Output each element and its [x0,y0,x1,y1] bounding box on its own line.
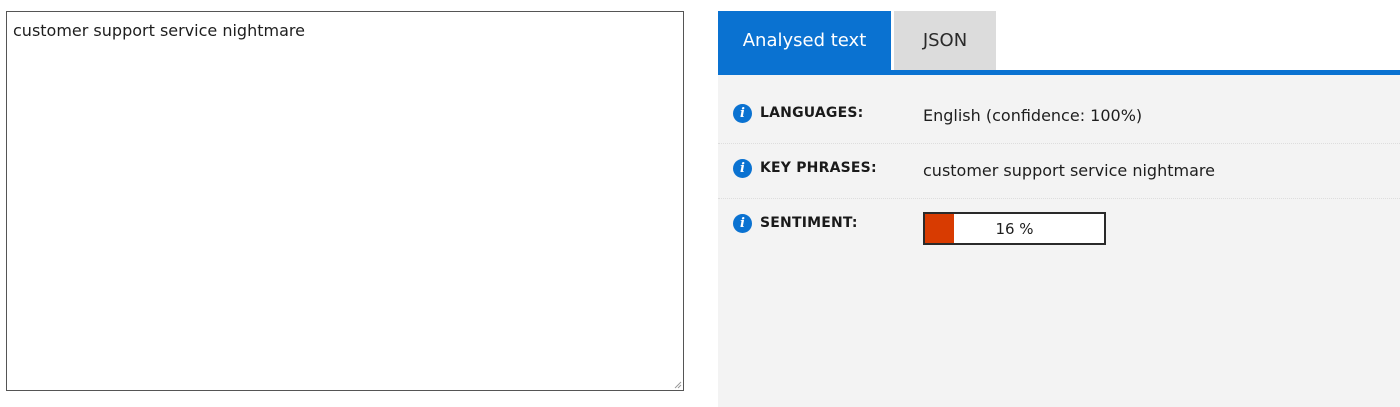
key-phrases-label: KEY PHRASES: [760,160,877,176]
tab-analysed-text[interactable]: Analysed text [718,11,891,70]
info-icon[interactable]: i [733,159,752,178]
key-phrases-row: i KEY PHRASES: customer support service … [718,143,1400,199]
resize-grip-icon[interactable] [673,380,682,389]
info-icon[interactable]: i [733,104,752,123]
languages-label: LANGUAGES: [760,105,864,121]
info-icon[interactable]: i [733,214,752,233]
sentiment-row: i SENTIMENT: 16 % [718,198,1400,253]
sentiment-score: 16 % [995,219,1034,238]
input-text[interactable]: customer support service nightmare [13,21,305,40]
results-panel: Analysed text JSON i LANGUAGES: English … [718,11,1400,407]
languages-row: i LANGUAGES: English (confidence: 100%) [718,88,1400,144]
sentiment-meter: 16 % [923,212,1106,245]
text-input-area[interactable]: customer support service nightmare [6,11,684,391]
tab-strip: Analysed text JSON [718,11,1400,75]
tab-json[interactable]: JSON [894,11,996,70]
sentiment-label: SENTIMENT: [760,215,858,231]
key-phrases-value: customer support service nightmare [923,161,1215,180]
languages-value: English (confidence: 100%) [923,106,1143,125]
